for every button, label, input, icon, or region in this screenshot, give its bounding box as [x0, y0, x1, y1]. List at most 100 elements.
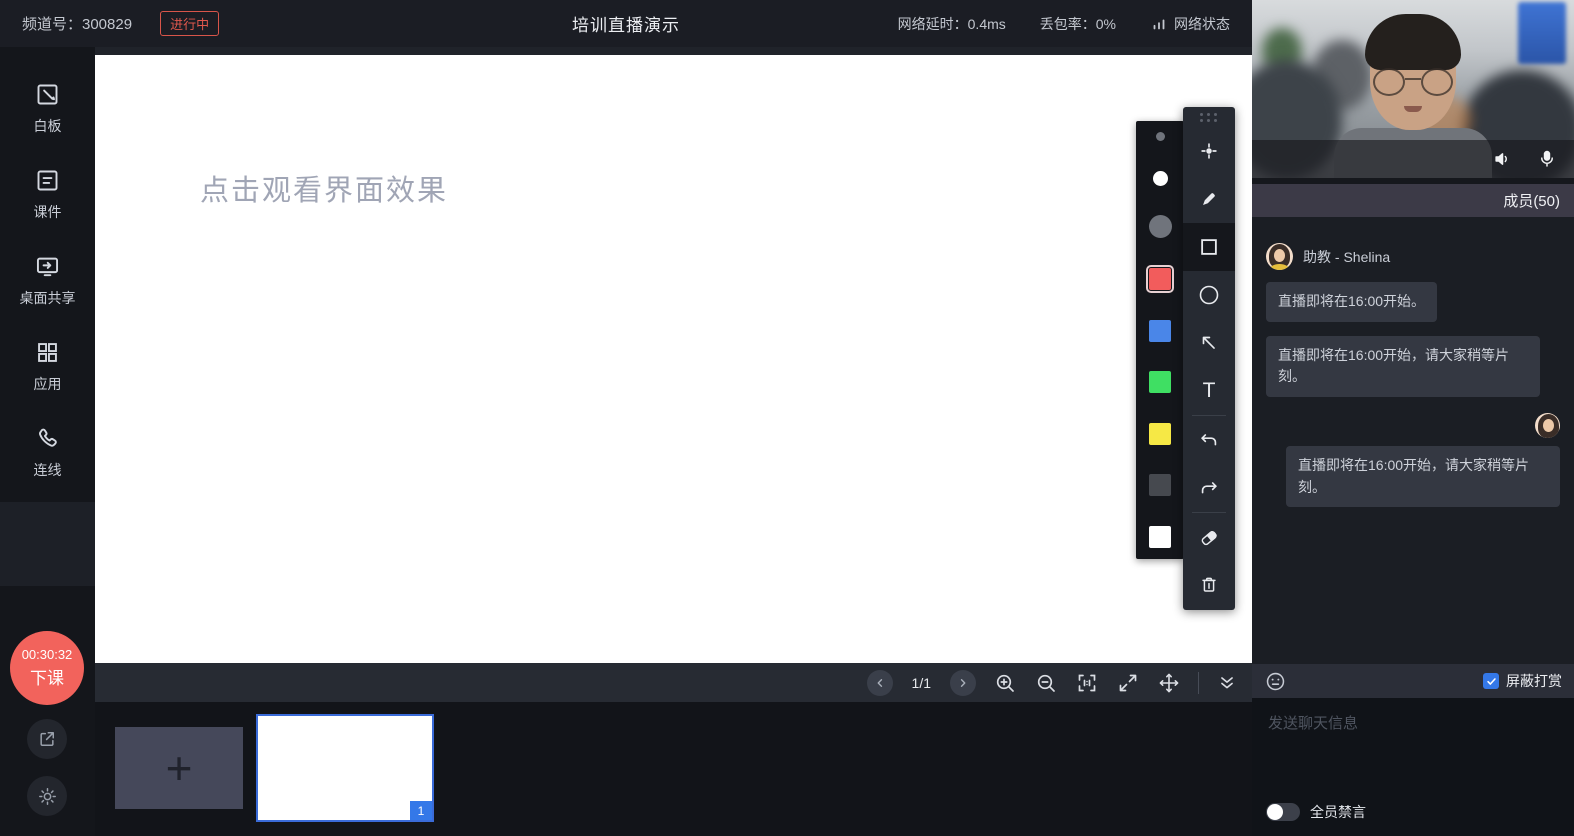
- toolbar-drag-handle[interactable]: [1183, 107, 1235, 127]
- eraser-tool[interactable]: [1183, 513, 1235, 561]
- left-sidebar: 白板 课件 桌面共享 应用: [0, 47, 95, 836]
- apps-grid-icon: [34, 339, 61, 366]
- microphone-icon[interactable]: [1536, 148, 1558, 170]
- phone-icon: [34, 425, 61, 452]
- network-stats: 网络延时：0.4ms 丢包率：0% 网络状态: [898, 14, 1230, 34]
- sender-name: 助教 - Shelina: [1303, 247, 1390, 267]
- pan-tool-button[interactable]: [1157, 671, 1181, 695]
- video-control-strip: [1252, 140, 1574, 178]
- block-tips-label: 屏蔽打赏: [1506, 671, 1562, 691]
- circle-tool[interactable]: [1183, 271, 1235, 319]
- chat-input[interactable]: [1252, 698, 1574, 768]
- text-tool[interactable]: T: [1183, 367, 1235, 415]
- redo-button[interactable]: [1183, 464, 1235, 512]
- mute-all-label: 全员禁言: [1310, 802, 1366, 822]
- sidebar-item-call[interactable]: 连线: [0, 409, 95, 495]
- drag-dots-icon: [1200, 113, 1218, 122]
- board-area: 点击观看界面效果: [95, 47, 1252, 663]
- settings-button[interactable]: [27, 776, 67, 816]
- sidebar-item-screen-share[interactable]: 桌面共享: [0, 237, 95, 323]
- collapse-bar-button[interactable]: [1216, 672, 1238, 694]
- sidebar-menu: 白板 课件 桌面共享 应用: [0, 47, 95, 495]
- rectangle-tool[interactable]: [1183, 223, 1235, 271]
- eraser-icon: [1198, 526, 1220, 548]
- add-page-button[interactable]: +: [115, 727, 243, 809]
- sidebar-item-courseware[interactable]: 课件: [0, 151, 95, 237]
- network-status[interactable]: 网络状态: [1150, 14, 1230, 34]
- circle-icon: [1197, 283, 1221, 307]
- chat-message: 直播即将在16:00开始，请大家稍等片刻。: [1286, 446, 1560, 507]
- text-tool-icon: T: [1203, 379, 1216, 403]
- prev-page-button[interactable]: [867, 670, 893, 696]
- courseware-icon: [34, 167, 61, 194]
- external-link-icon: [37, 729, 57, 749]
- color-swatch-red[interactable]: [1149, 268, 1171, 290]
- chat-sender-row: 助教 - Shelina: [1266, 243, 1560, 270]
- rectangle-icon: [1198, 236, 1220, 258]
- actual-size-button[interactable]: [1075, 671, 1099, 695]
- chat-message-list[interactable]: 助教 - Shelina 直播即将在16:00开始。 直播即将在16:00开始，…: [1252, 217, 1574, 664]
- color-swatch-green[interactable]: [1149, 371, 1171, 393]
- page-thumbnail[interactable]: 1: [256, 714, 434, 822]
- mute-all-row: 全员禁言: [1266, 802, 1366, 822]
- open-external-button[interactable]: [27, 719, 67, 759]
- color-swatch-yellow[interactable]: [1149, 423, 1171, 445]
- chat-toolbar: 屏蔽打赏: [1252, 664, 1574, 698]
- plus-icon: +: [166, 745, 193, 791]
- live-classroom-app: 频道号：300829 进行中 培训直播演示 网络延时：0.4ms 丢包率：0% …: [0, 0, 1574, 836]
- packet-loss-stat: 丢包率：0%: [1040, 14, 1116, 34]
- sidebar-item-label: 课件: [34, 202, 62, 222]
- sidebar-item-label: 应用: [34, 374, 62, 394]
- top-bar: 频道号：300829 进行中 培训直播演示 网络延时：0.4ms 丢包率：0% …: [0, 0, 1252, 47]
- chevron-left-icon: [873, 676, 887, 690]
- color-swatch-blue[interactable]: [1149, 320, 1171, 342]
- pen-icon: [1198, 188, 1220, 210]
- undo-icon: [1198, 429, 1220, 451]
- speaker-icon[interactable]: [1492, 148, 1514, 170]
- color-swatch-gray[interactable]: [1149, 474, 1171, 496]
- whiteboard-canvas[interactable]: 点击观看界面效果: [95, 55, 1252, 663]
- brush-size-medium-selected[interactable]: [1153, 171, 1168, 186]
- fullscreen-button[interactable]: [1116, 671, 1140, 695]
- color-palette-panel: [1136, 121, 1184, 559]
- controlbar-divider: [1198, 672, 1199, 694]
- sidebar-item-label: 桌面共享: [20, 288, 76, 308]
- screen-share-icon: [34, 253, 61, 280]
- self-avatar: [1535, 413, 1560, 438]
- zoom-out-button[interactable]: [1034, 671, 1058, 695]
- sidebar-item-apps[interactable]: 应用: [0, 323, 95, 409]
- brush-size-large[interactable]: [1149, 215, 1172, 238]
- chat-message: 直播即将在16:00开始，请大家稍等片刻。: [1266, 336, 1540, 397]
- network-bars-icon: [1150, 15, 1168, 33]
- assistant-avatar: [1266, 243, 1293, 270]
- arrow-up-left-icon: [1198, 332, 1220, 354]
- toggle-knob: [1267, 804, 1283, 820]
- zoom-in-button[interactable]: [993, 671, 1017, 695]
- clear-board-button[interactable]: [1183, 561, 1235, 609]
- presenter-video[interactable]: [1252, 0, 1574, 178]
- next-page-button[interactable]: [950, 670, 976, 696]
- board-control-bar: 1/1: [95, 663, 1252, 702]
- whiteboard-icon: [34, 81, 61, 108]
- page-filmstrip: + 1: [95, 702, 1252, 836]
- end-class-label: 下课: [30, 664, 64, 689]
- self-avatar-row: [1266, 413, 1560, 438]
- sidebar-item-whiteboard[interactable]: 白板: [0, 65, 95, 151]
- color-swatch-white[interactable]: [1149, 526, 1171, 548]
- page-indicator: 1/1: [912, 675, 931, 691]
- undo-button[interactable]: [1183, 416, 1235, 464]
- block-tips-checkbox[interactable]: 屏蔽打赏: [1483, 671, 1562, 691]
- laser-pointer-tool[interactable]: [1183, 127, 1235, 175]
- emoji-button[interactable]: [1264, 670, 1287, 693]
- end-class-button[interactable]: 00:30:32 下课: [10, 631, 84, 705]
- members-header[interactable]: 成员(50): [1252, 184, 1574, 217]
- pen-tool[interactable]: [1183, 175, 1235, 223]
- brush-size-small[interactable]: [1156, 132, 1165, 141]
- drawing-tools-panel: T: [1183, 107, 1235, 610]
- mute-all-toggle[interactable]: [1266, 803, 1300, 821]
- redo-icon: [1198, 477, 1220, 499]
- chat-message: 直播即将在16:00开始。: [1266, 282, 1437, 322]
- arrow-tool[interactable]: [1183, 319, 1235, 367]
- chevron-right-icon: [956, 676, 970, 690]
- status-badge: 进行中: [160, 11, 219, 36]
